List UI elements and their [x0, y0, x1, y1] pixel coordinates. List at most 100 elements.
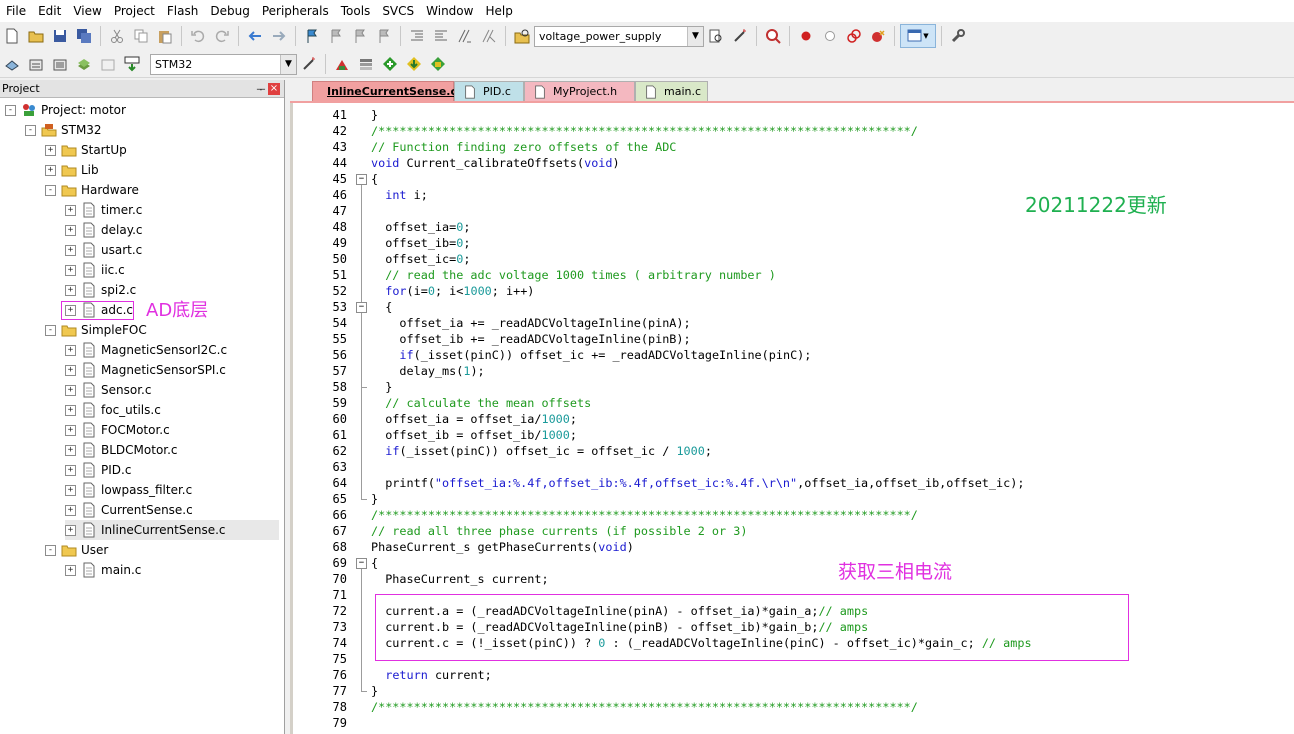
menu-view[interactable]: View: [67, 0, 107, 22]
code-line[interactable]: if(_isset(pinC)) offset_ic = offset_ic /…: [371, 443, 712, 459]
tree-item-file[interactable]: + timer.c: [65, 200, 142, 220]
navigate-forward-button[interactable]: [268, 25, 290, 47]
code-line[interactable]: offset_ib=0;: [371, 235, 470, 251]
menu-edit[interactable]: Edit: [32, 0, 67, 22]
menu-window[interactable]: Window: [420, 0, 479, 22]
bookmark-next-button[interactable]: [349, 25, 371, 47]
code-line[interactable]: /***************************************…: [371, 507, 918, 523]
code-line[interactable]: // Function finding zero offsets of the …: [371, 139, 676, 155]
collapse-icon[interactable]: -: [5, 104, 16, 116]
uncomment-button[interactable]: [478, 25, 500, 47]
code-line[interactable]: {: [371, 171, 378, 187]
code-line[interactable]: /***************************************…: [371, 699, 918, 715]
fold-collapse-icon[interactable]: −: [356, 174, 367, 185]
device-select[interactable]: STM32 ▼: [150, 53, 297, 75]
tree-item-file[interactable]: + InlineCurrentSense.c: [65, 520, 279, 540]
bookmark-toggle-button[interactable]: [301, 25, 323, 47]
incremental-find-button[interactable]: [729, 25, 751, 47]
tree-item-file[interactable]: + usart.c: [65, 240, 142, 260]
expand-icon[interactable]: +: [65, 364, 76, 376]
expand-icon[interactable]: +: [65, 264, 76, 276]
expand-icon[interactable]: +: [65, 284, 76, 296]
select-packs-button[interactable]: [355, 53, 377, 75]
tree-item-file[interactable]: + lowpass_filter.c: [65, 480, 192, 500]
tree-item-file[interactable]: + spi2.c: [65, 280, 136, 300]
collapse-icon[interactable]: -: [45, 324, 56, 336]
menu-project[interactable]: Project: [108, 0, 161, 22]
tree-item-group[interactable]: - Hardware: [45, 180, 139, 200]
save-button[interactable]: [49, 25, 71, 47]
translate-button[interactable]: [1, 53, 23, 75]
code-line[interactable]: offset_ib = offset_ib/1000;: [371, 427, 577, 443]
expand-icon[interactable]: +: [65, 464, 76, 476]
save-all-button[interactable]: [73, 25, 95, 47]
disable-breakpoints-button[interactable]: [843, 25, 865, 47]
code-line[interactable]: offset_ia=0;: [371, 219, 470, 235]
insert-breakpoint-button[interactable]: [795, 25, 817, 47]
target-select[interactable]: voltage_power_supply ▼: [534, 25, 704, 47]
unindent-button[interactable]: [430, 25, 452, 47]
pin-icon[interactable]: ᅮ: [254, 81, 268, 96]
code-line[interactable]: // read all three phase currents (if pos…: [371, 523, 747, 539]
software-packs-button[interactable]: [427, 53, 449, 75]
fold-collapse-icon[interactable]: −: [356, 302, 367, 313]
tree-item-file[interactable]: + iic.c: [65, 260, 125, 280]
menu-peripherals[interactable]: Peripherals: [256, 0, 335, 22]
expand-icon[interactable]: +: [65, 564, 76, 576]
redo-button[interactable]: [211, 25, 233, 47]
menu-tools[interactable]: Tools: [335, 0, 377, 22]
code-line[interactable]: }: [371, 107, 378, 123]
code-line[interactable]: {: [371, 299, 392, 315]
kill-breakpoints-button[interactable]: [867, 25, 889, 47]
code-line[interactable]: PhaseCurrent_s current;: [371, 571, 548, 587]
bookmark-clear-button[interactable]: [373, 25, 395, 47]
tab-main-c[interactable]: main.c: [635, 81, 708, 101]
code-line[interactable]: offset_ib += _readADCVoltageInline(pinB)…: [371, 331, 690, 347]
tab-myproject-h[interactable]: MyProject.h: [524, 81, 635, 101]
manage-rte-button[interactable]: [379, 53, 401, 75]
code-line[interactable]: if(_isset(pinC)) offset_ic += _readADCVo…: [371, 347, 811, 363]
find-button[interactable]: [705, 25, 727, 47]
menu-file[interactable]: File: [0, 0, 32, 22]
code-line[interactable]: }: [371, 683, 378, 699]
expand-icon[interactable]: +: [65, 244, 76, 256]
code-line[interactable]: }: [371, 491, 378, 507]
collapse-icon[interactable]: -: [45, 544, 56, 556]
tree-item-target[interactable]: - STM32: [25, 120, 102, 140]
bookmark-prev-button[interactable]: [325, 25, 347, 47]
tree-item-file[interactable]: + MagneticSensorSPI.c: [65, 360, 226, 380]
tree-item-file[interactable]: + Sensor.c: [65, 380, 151, 400]
indent-button[interactable]: [406, 25, 428, 47]
batch-build-button[interactable]: [73, 53, 95, 75]
new-file-button[interactable]: [1, 25, 23, 47]
tree-item-file[interactable]: + MagneticSensorI2C.c: [65, 340, 227, 360]
tree-item-file[interactable]: + CurrentSense.c: [65, 500, 193, 520]
configure-button[interactable]: [947, 25, 969, 47]
expand-icon[interactable]: +: [65, 384, 76, 396]
build-button[interactable]: [25, 53, 47, 75]
find-in-files-button[interactable]: [511, 25, 533, 47]
code-line[interactable]: offset_ia = offset_ia/1000;: [371, 411, 577, 427]
expand-icon[interactable]: +: [65, 344, 76, 356]
tree-item-file[interactable]: + BLDCMotor.c: [65, 440, 178, 460]
download-button[interactable]: [121, 53, 143, 75]
expand-icon[interactable]: +: [45, 164, 56, 176]
code-line[interactable]: /***************************************…: [371, 123, 918, 139]
code-line[interactable]: printf("offset_ia:%.4f,offset_ib:%.4f,of…: [371, 475, 1024, 491]
debug-session-button[interactable]: [762, 25, 784, 47]
navigate-back-button[interactable]: [244, 25, 266, 47]
tree-item-file[interactable]: + PID.c: [65, 460, 131, 480]
tree-item-group[interactable]: + StartUp: [45, 140, 127, 160]
code-line[interactable]: offset_ia += _readADCVoltageInline(pinA)…: [371, 315, 690, 331]
paste-button[interactable]: [154, 25, 176, 47]
enable-breakpoint-button[interactable]: [819, 25, 841, 47]
pack-installer-button[interactable]: [403, 53, 425, 75]
open-file-button[interactable]: [25, 25, 47, 47]
undo-button[interactable]: [187, 25, 209, 47]
tab-inlinecurrentsense-c[interactable]: InlineCurrentSense.c: [312, 81, 457, 101]
code-line[interactable]: for(i=0; i<1000; i++): [371, 283, 534, 299]
collapse-icon[interactable]: -: [45, 184, 56, 196]
target-options-button[interactable]: [298, 53, 320, 75]
menu-svcs[interactable]: SVCS: [376, 0, 420, 22]
expand-icon[interactable]: +: [65, 524, 76, 536]
